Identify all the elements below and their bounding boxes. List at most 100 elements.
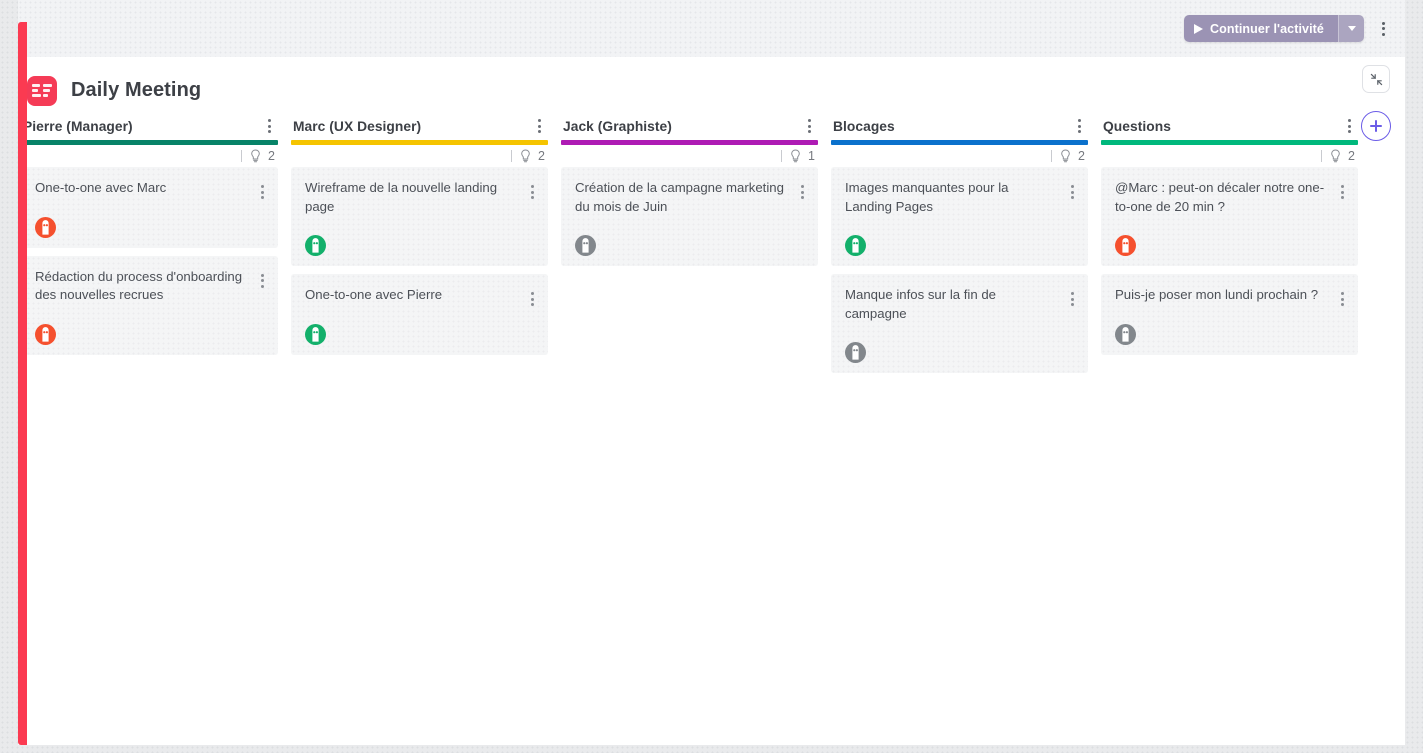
column-meta: 2 bbox=[1101, 145, 1358, 167]
card-body: Manque infos sur la fin de campagne bbox=[845, 286, 1065, 363]
collapse-diagonal-icon bbox=[1370, 73, 1382, 85]
toolbar-overflow-menu-button[interactable] bbox=[1376, 18, 1391, 40]
column-header: Pierre (Manager) bbox=[21, 112, 278, 140]
kebab-dot bbox=[261, 273, 264, 277]
kebab-dot bbox=[1341, 185, 1344, 188]
column-menu-button[interactable] bbox=[532, 115, 547, 137]
column-card-list: One-to-one avec Marc Rédaction du process… bbox=[21, 167, 278, 355]
kebab-dot bbox=[531, 185, 534, 188]
continue-activity-button-group[interactable]: Continuer l'activité bbox=[1183, 15, 1364, 42]
board-logo-icon bbox=[27, 75, 57, 106]
kebab-dot bbox=[261, 185, 264, 188]
card-text: Images manquantes pour la Landing Pages bbox=[845, 180, 1009, 214]
board-column: Marc (UX Designer) 2 Wireframe de la nouve… bbox=[291, 112, 548, 373]
column-meta: 2 bbox=[831, 145, 1088, 167]
column-header: Marc (UX Designer) bbox=[291, 112, 548, 140]
card-text: One-to-one avec Pierre bbox=[305, 287, 443, 302]
board-card[interactable]: Wireframe de la nouvelle landing page bbox=[291, 167, 548, 266]
kebab-dot bbox=[801, 190, 804, 194]
board-column: Questions 2 @Marc : peut-on décaler notre … bbox=[1101, 112, 1358, 373]
card-menu-button[interactable] bbox=[1065, 181, 1080, 203]
board-card[interactable]: One-to-one avec Marc bbox=[21, 167, 278, 248]
kebab-dot bbox=[538, 124, 541, 128]
avatar-pierre-icon bbox=[35, 216, 56, 238]
kebab-dot bbox=[808, 130, 811, 133]
board-card[interactable]: Puis-je poser mon lundi prochain ? bbox=[1101, 274, 1358, 355]
board-card[interactable]: Rédaction du process d'onboarding des no… bbox=[21, 255, 278, 355]
continue-activity-dropdown-button[interactable] bbox=[1338, 15, 1364, 42]
column-menu-button[interactable] bbox=[1072, 115, 1087, 137]
column-card-count: 2 bbox=[538, 149, 545, 163]
kebab-dot bbox=[261, 279, 264, 282]
column-menu-button[interactable] bbox=[802, 115, 817, 137]
column-header: Questions bbox=[1101, 112, 1358, 140]
column-meta: 2 bbox=[291, 145, 548, 167]
board-card[interactable]: Création de la campagne marketing du moi… bbox=[561, 167, 818, 266]
kebab-dot bbox=[1071, 196, 1074, 199]
kebab-dot bbox=[1348, 119, 1351, 122]
meta-separator bbox=[241, 150, 242, 162]
kebab-dot bbox=[1341, 297, 1344, 301]
meta-separator bbox=[1051, 150, 1052, 162]
column-meta: 2 bbox=[21, 145, 278, 167]
board-card[interactable]: Images manquantes pour la Landing Pages bbox=[831, 167, 1088, 266]
kebab-dot bbox=[1348, 124, 1351, 128]
card-text: Puis-je poser mon lundi prochain ? bbox=[1115, 287, 1319, 302]
kebab-dot bbox=[808, 124, 811, 128]
card-body: One-to-one avec Pierre bbox=[305, 286, 525, 345]
column-card-count: 1 bbox=[808, 149, 815, 163]
avatar-pierre-icon bbox=[1115, 235, 1136, 256]
app-canvas: Continuer l'activité Daily Meeting Pierr… bbox=[0, 0, 1423, 753]
card-text: One-to-one avec Marc bbox=[35, 180, 167, 195]
card-menu-button[interactable] bbox=[1335, 288, 1350, 310]
board-header: Daily Meeting bbox=[18, 57, 1405, 112]
add-column-button[interactable] bbox=[1361, 111, 1391, 141]
kebab-dot bbox=[1078, 130, 1081, 133]
kebab-dot bbox=[1071, 190, 1074, 194]
card-body: @Marc : peut-on décaler notre one-to-one… bbox=[1115, 179, 1335, 256]
kebab-dot bbox=[1071, 292, 1074, 295]
column-card-list: Images manquantes pour la Landing Pages M… bbox=[831, 167, 1088, 373]
card-menu-button[interactable] bbox=[525, 288, 540, 310]
card-menu-button[interactable] bbox=[1335, 181, 1350, 203]
play-icon bbox=[1193, 23, 1203, 34]
continue-activity-label: Continuer l'activité bbox=[1209, 21, 1324, 36]
kebab-dot bbox=[1071, 303, 1074, 306]
avatar-jack-icon bbox=[575, 235, 596, 256]
board-columns: Pierre (Manager) 2 One-to-one avec Marc Réd… bbox=[18, 112, 1405, 373]
kebab-dot bbox=[268, 124, 271, 128]
kebab-dot bbox=[808, 119, 811, 122]
lightbulb-icon bbox=[251, 149, 260, 163]
card-body: Images manquantes pour la Landing Pages bbox=[845, 179, 1065, 256]
top-toolbar: Continuer l'activité bbox=[18, 0, 1405, 57]
kebab-dot bbox=[261, 190, 264, 194]
kebab-dot bbox=[261, 196, 264, 199]
card-menu-button[interactable] bbox=[255, 181, 270, 203]
meta-separator bbox=[1321, 150, 1322, 162]
column-card-count: 2 bbox=[1078, 149, 1085, 163]
continue-activity-button[interactable]: Continuer l'activité bbox=[1183, 15, 1338, 42]
column-menu-button[interactable] bbox=[262, 115, 277, 137]
card-body: Wireframe de la nouvelle landing page bbox=[305, 179, 525, 256]
kebab-dot bbox=[538, 119, 541, 122]
kebab-dot bbox=[1348, 130, 1351, 133]
kebab-dot bbox=[1341, 303, 1344, 306]
collapse-diagonal-button[interactable] bbox=[1362, 65, 1390, 93]
card-menu-button[interactable] bbox=[525, 181, 540, 203]
meta-separator bbox=[781, 150, 782, 162]
kebab-dot bbox=[801, 185, 804, 188]
kebab-dot bbox=[1341, 292, 1344, 295]
card-menu-button[interactable] bbox=[795, 181, 810, 203]
board-card[interactable]: One-to-one avec Pierre bbox=[291, 274, 548, 355]
board-card[interactable]: Manque infos sur la fin de campagne bbox=[831, 274, 1088, 373]
lightbulb-icon bbox=[1331, 149, 1340, 163]
avatar-jack-icon bbox=[1115, 323, 1136, 345]
board-card[interactable]: @Marc : peut-on décaler notre one-to-one… bbox=[1101, 167, 1358, 266]
kebab-dot bbox=[538, 130, 541, 133]
kebab-dot bbox=[1382, 21, 1385, 25]
page-title: Daily Meeting bbox=[71, 79, 202, 101]
column-menu-button[interactable] bbox=[1342, 115, 1357, 137]
column-header: Blocages bbox=[831, 112, 1088, 140]
card-menu-button[interactable] bbox=[1065, 288, 1080, 310]
card-menu-button[interactable] bbox=[255, 270, 270, 292]
